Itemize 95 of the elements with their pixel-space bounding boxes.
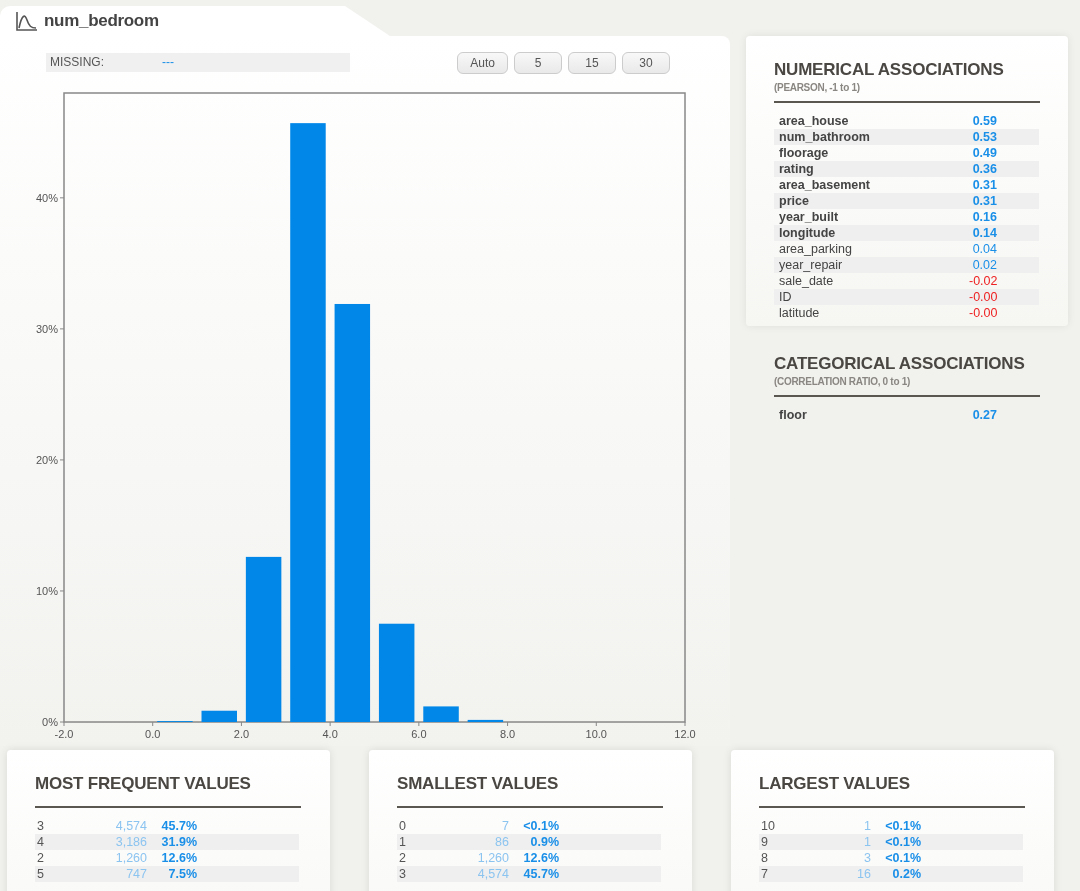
- section-title: NUMERICAL ASSOCIATIONS: [774, 60, 1005, 80]
- value-cell-text: 9: [761, 835, 769, 849]
- association-value: 0.31: [971, 194, 997, 208]
- variable-name: floor: [779, 408, 808, 422]
- count-cell-text: 3,186: [114, 835, 147, 849]
- percent-cell-text: <0.1%: [884, 835, 921, 849]
- association-value: -0.02: [969, 274, 997, 288]
- value-cell-text: 5: [37, 867, 45, 881]
- variable-name: rating: [779, 162, 815, 176]
- percent-cell-text: 7.5%: [167, 867, 197, 881]
- bin-button[interactable]: 15: [568, 52, 616, 74]
- x-tick-label: 8.0: [499, 728, 516, 740]
- count-cell-text: 4,574: [114, 819, 147, 833]
- variable-name: area_parking: [779, 242, 853, 256]
- missing-label: MISSING:: [50, 55, 104, 69]
- variable-title: num_bedroom: [44, 11, 159, 31]
- y-tick-label: 0%: [42, 716, 58, 728]
- value-cell-text: 4: [37, 835, 45, 849]
- association-value: 0.36: [971, 162, 997, 176]
- association-value: 0.04: [971, 242, 997, 256]
- percent-cell-text: <0.1%: [884, 851, 921, 865]
- y-tick-label: 30%: [35, 322, 58, 335]
- value-cell-text: 2: [399, 851, 407, 865]
- value-cell-text: 3: [399, 867, 407, 881]
- value-cell-text: 10: [761, 819, 776, 833]
- x-tick-label: 12.0: [674, 728, 696, 740]
- count-cell-text: 1,260: [114, 851, 147, 865]
- card-title: SMALLEST VALUES: [397, 774, 560, 794]
- histogram-bar: [423, 706, 459, 722]
- bin-button[interactable]: 30: [622, 52, 670, 74]
- percent-cell-text: 12.6%: [522, 851, 559, 865]
- count-cell-text: 1: [863, 835, 871, 849]
- value-cell-text: 1: [399, 835, 407, 849]
- association-value: 0.27: [971, 408, 997, 422]
- x-tick-label: 6.0: [411, 728, 427, 740]
- bin-button[interactable]: 5: [514, 52, 562, 74]
- bin-button[interactable]: Auto: [457, 52, 508, 74]
- count-cell-text: 1,260: [476, 851, 509, 865]
- x-tick-label: -2.0: [54, 728, 74, 740]
- section-subtitle: (PEARSON, -1 to 1): [774, 82, 861, 93]
- x-tick-label: 10.0: [585, 728, 607, 740]
- value-cell-text: 3: [37, 819, 45, 833]
- percent-cell-text: 45.7%: [522, 867, 559, 881]
- y-tick-label: 10%: [35, 584, 58, 597]
- variable-name: longitude: [779, 226, 837, 240]
- count-cell-text: 1: [863, 819, 871, 833]
- variable-name: year_repair: [779, 258, 844, 272]
- association-value: 0.14: [971, 226, 997, 240]
- histogram-bar: [467, 719, 504, 722]
- percent-cell-text: 45.7%: [160, 819, 197, 833]
- variable-name: floorage: [779, 146, 830, 160]
- percent-cell-text: <0.1%: [522, 819, 559, 833]
- y-tick-label: 20%: [35, 453, 58, 466]
- count-cell-text: 7: [501, 819, 509, 833]
- variable-name: latitude: [779, 306, 821, 320]
- variable-name: year_built: [779, 210, 840, 224]
- histogram-bar: [201, 710, 237, 722]
- card-title: MOST FREQUENT VALUES: [35, 774, 252, 794]
- percent-cell-text: <0.1%: [884, 819, 921, 833]
- section-title: CATEGORICAL ASSOCIATIONS: [774, 354, 1026, 374]
- count-cell-text: 747: [125, 867, 147, 881]
- association-value: -0.00: [969, 290, 997, 304]
- x-tick-label: 4.0: [322, 728, 338, 740]
- value-cell-text: 2: [37, 851, 45, 865]
- association-value: 0.31: [971, 178, 997, 192]
- count-cell-text: 86: [494, 835, 509, 849]
- value-cell-text: 7: [761, 867, 769, 881]
- variable-name: sale_date: [779, 274, 835, 288]
- x-tick-label: 2.0: [233, 728, 250, 740]
- association-value: -0.00: [969, 306, 997, 320]
- variable-name: area_basement: [779, 178, 872, 192]
- percent-cell-text: 12.6%: [160, 851, 197, 865]
- percent-cell-text: 31.9%: [160, 835, 197, 849]
- association-value: 0.49: [971, 146, 997, 160]
- section-subtitle: (CORRELATION RATIO, 0 to 1): [774, 376, 911, 387]
- variable-name: num_bathroom: [779, 130, 871, 144]
- association-value: 0.59: [971, 114, 997, 128]
- value-cell-text: 0: [399, 819, 407, 833]
- distribution-icon: [16, 11, 38, 31]
- count-cell-text: 16: [856, 867, 871, 881]
- association-value: 0.53: [971, 130, 997, 144]
- variable-name: price: [779, 194, 810, 208]
- variable-name: area_house: [779, 114, 850, 128]
- percent-cell-text: 0.9%: [529, 835, 559, 849]
- value-cell-text: 8: [761, 851, 769, 865]
- missing-value: ---: [162, 55, 174, 69]
- count-cell-text: 3: [863, 851, 871, 865]
- y-tick-label: 40%: [35, 191, 58, 204]
- percent-cell-text: 0.2%: [891, 867, 921, 881]
- association-value: 0.16: [971, 210, 997, 224]
- x-tick-label: 0.0: [145, 728, 161, 740]
- variable-name: ID: [779, 290, 793, 304]
- card-title: LARGEST VALUES: [759, 774, 911, 794]
- association-value: 0.02: [971, 258, 997, 272]
- count-cell-text: 4,574: [476, 867, 509, 881]
